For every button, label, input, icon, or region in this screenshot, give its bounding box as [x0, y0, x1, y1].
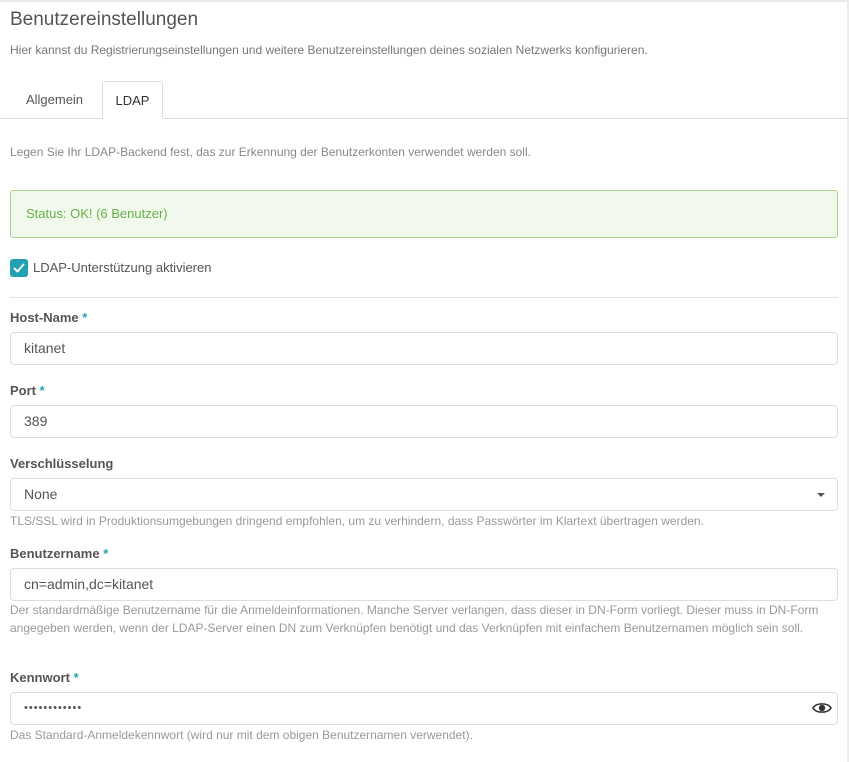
- tab-ldap[interactable]: LDAP: [102, 81, 163, 119]
- host-label-text: Host-Name: [10, 310, 79, 325]
- username-label: Benutzername *: [10, 546, 108, 561]
- page-title: Benutzereinstellungen: [10, 9, 199, 30]
- tab-bar: Allgemein LDAP: [0, 81, 847, 119]
- top-shadow: [0, 0, 849, 2]
- username-hint: Der standardmäßige Benutzername für die …: [10, 603, 819, 635]
- required-marker: *: [103, 546, 109, 561]
- password-value: ••••••••••••: [24, 702, 83, 714]
- password-label: Kennwort *: [10, 670, 79, 685]
- page-subtitle: Hier kannst du Registrierungseinstellung…: [10, 43, 648, 57]
- port-label: Port *: [10, 383, 45, 398]
- password-input[interactable]: ••••••••••••: [10, 692, 838, 725]
- host-input[interactable]: kitanet: [10, 332, 838, 365]
- port-input[interactable]: 389: [10, 405, 838, 438]
- status-alert: Status: OK! (6 Benutzer): [10, 190, 838, 238]
- ldap-intro-text: Legen Sie Ihr LDAP-Backend fest, das zur…: [10, 145, 531, 159]
- required-marker: *: [73, 670, 79, 685]
- encryption-hint: TLS/SSL wird in Produktionsumgebungen dr…: [10, 514, 704, 528]
- encryption-select[interactable]: None: [10, 478, 838, 511]
- eye-icon[interactable]: [812, 700, 832, 716]
- tab-allgemein[interactable]: Allgemein: [10, 81, 99, 118]
- ldap-enable-checkbox[interactable]: [10, 259, 28, 277]
- host-label: Host-Name *: [10, 310, 87, 325]
- encryption-select-value: None: [24, 486, 58, 502]
- required-marker: *: [39, 383, 45, 398]
- divider: [10, 297, 838, 298]
- password-hint: Das Standard-Anmeldekennwort (wird nur m…: [10, 728, 473, 742]
- required-marker: *: [82, 310, 88, 325]
- password-label-text: Kennwort: [10, 670, 70, 685]
- username-input[interactable]: cn=admin,dc=kitanet: [10, 568, 838, 601]
- caret-down-icon: [817, 493, 825, 497]
- username-label-text: Benutzername: [10, 546, 100, 561]
- encryption-label: Verschlüsselung: [10, 456, 114, 471]
- checkmark-icon: [13, 263, 25, 273]
- port-label-text: Port: [10, 383, 36, 398]
- ldap-enable-label[interactable]: LDAP-Unterstützung aktivieren: [33, 260, 211, 275]
